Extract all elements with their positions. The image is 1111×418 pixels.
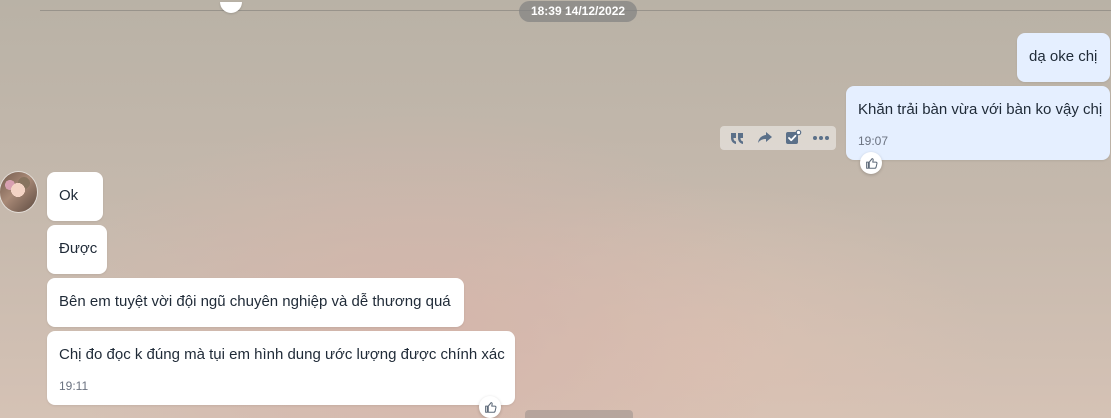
sent-message-bubble[interactable]: dạ oke chị bbox=[1017, 33, 1110, 82]
like-reaction-button[interactable] bbox=[479, 396, 501, 418]
message-action-bar bbox=[720, 126, 836, 150]
thumbs-up-icon bbox=[866, 158, 878, 169]
forward-icon[interactable] bbox=[754, 128, 776, 148]
received-message-bubble[interactable]: Chị đo đọc k đúng mà tụi em hình dung ướ… bbox=[47, 331, 515, 405]
scroll-indicator bbox=[220, 2, 242, 13]
thumbs-up-icon bbox=[485, 402, 497, 413]
message-text: Khăn trải bàn vừa với bàn ko vậy chị bbox=[858, 101, 1103, 118]
chat-conversation: 18:39 14/12/2022 dạ oke chị Khăn trải bà… bbox=[0, 0, 1111, 418]
received-message-bubble[interactable]: Ok bbox=[47, 172, 103, 221]
message-text: dạ oke chị bbox=[1029, 48, 1098, 65]
received-message-bubble[interactable]: Được bbox=[47, 225, 107, 274]
select-task-icon[interactable] bbox=[782, 128, 804, 148]
received-message-bubble[interactable]: Bên em tuyệt vời đội ngũ chuyên nghiệp v… bbox=[47, 278, 464, 327]
date-separator: 18:39 14/12/2022 bbox=[519, 1, 637, 22]
message-text: Chị đo đọc k đúng mà tụi em hình dung ướ… bbox=[59, 346, 505, 363]
more-icon[interactable] bbox=[810, 128, 832, 148]
contact-avatar[interactable] bbox=[0, 172, 37, 212]
quote-icon[interactable] bbox=[726, 128, 748, 148]
sent-message-bubble[interactable]: Khăn trải bàn vừa với bàn ko vậy chị 19:… bbox=[846, 86, 1110, 160]
like-reaction-button[interactable] bbox=[860, 152, 882, 174]
bottom-scroll-indicator bbox=[525, 410, 633, 418]
message-text: Được bbox=[59, 240, 98, 257]
message-text: Ok bbox=[59, 187, 79, 204]
message-text: Bên em tuyệt vời đội ngũ chuyên nghiệp v… bbox=[59, 293, 451, 310]
message-time: 19:11 bbox=[59, 379, 89, 393]
message-time: 19:07 bbox=[858, 134, 889, 148]
